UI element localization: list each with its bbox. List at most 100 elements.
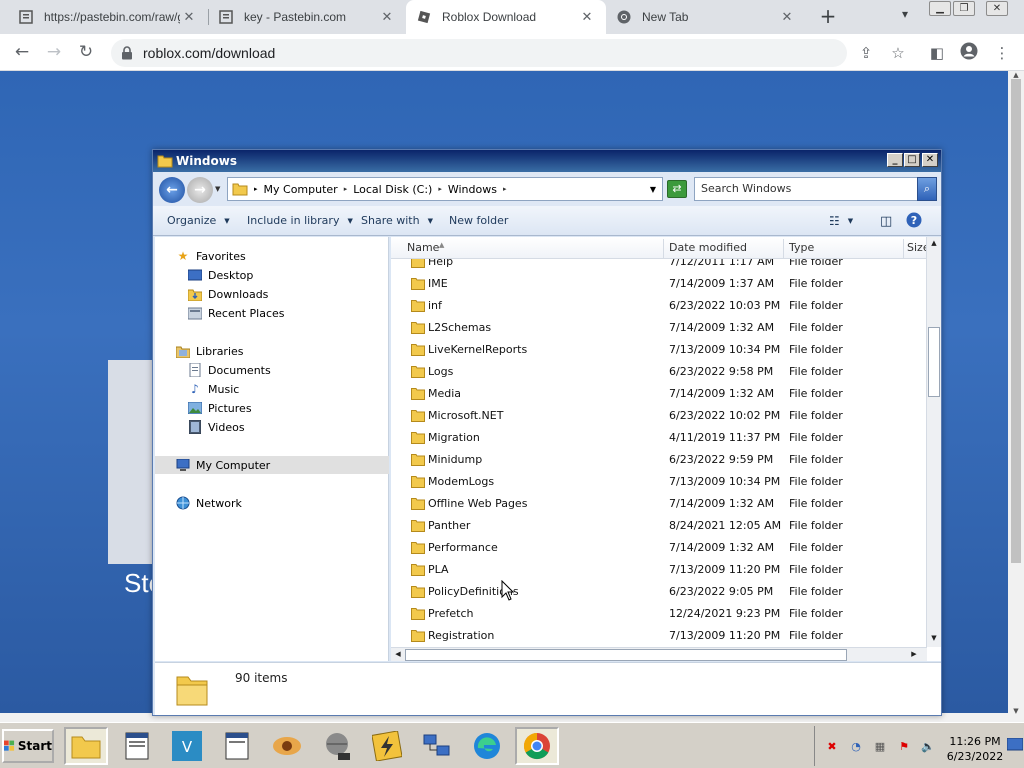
tab-close-icon[interactable]: ✕ <box>778 9 796 25</box>
scroll-up-arrow-icon[interactable]: ▲ <box>1008 71 1024 79</box>
breadcrumb-local-disk[interactable]: Local Disk (C:) ▸ <box>353 183 442 196</box>
recent-pages-chevron-icon[interactable]: ▼ <box>215 185 220 193</box>
taskbar-eye-app-icon[interactable] <box>265 727 309 765</box>
tab-pastebin-key[interactable]: key - Pastebin.com ✕ <box>208 0 406 34</box>
breadcrumb-chevron-icon[interactable]: ▸ <box>344 185 348 193</box>
tab-search-chevron-icon[interactable]: ▾ <box>896 7 914 27</box>
table-row[interactable]: Prefetch 12/24/2021 9:23 PM File folder <box>391 603 927 625</box>
explorer-address-bar[interactable]: ▸ My Computer ▸ Local Disk (C:) ▸ Windows ▸… <box>227 177 663 201</box>
scroll-thumb[interactable] <box>928 327 940 397</box>
breadcrumb-chevron-icon[interactable]: ▸ <box>438 185 442 193</box>
new-folder-button[interactable]: New folder <box>449 214 508 227</box>
nav-downloads[interactable]: Downloads <box>187 285 268 303</box>
nav-documents[interactable]: Documents <box>187 361 271 379</box>
address-bar[interactable]: roblox.com/download <box>111 39 847 67</box>
taskbar-chrome-icon[interactable] <box>515 727 559 765</box>
column-type-header[interactable]: Type <box>789 241 814 254</box>
new-tab-button[interactable]: + <box>816 5 840 29</box>
volume-icon[interactable]: 🔈 <box>921 740 935 754</box>
tab-new-tab[interactable]: New Tab ✕ <box>606 0 806 34</box>
breadcrumb-chevron-icon[interactable]: ▸ <box>254 185 258 193</box>
taskbar-edge-icon[interactable] <box>465 727 509 765</box>
profile-avatar-icon[interactable] <box>958 42 980 64</box>
column-divider[interactable] <box>783 239 784 259</box>
table-row[interactable]: inf 6/23/2022 10:03 PM File folder <box>391 295 927 317</box>
window-restore-button[interactable]: ❐ <box>953 1 975 16</box>
device-tray-icon[interactable]: ▦ <box>873 740 887 754</box>
column-divider[interactable] <box>663 239 664 259</box>
scroll-left-arrow-icon[interactable]: ◀ <box>391 648 405 661</box>
tray-clock[interactable]: 11:26 PM 6/23/2022 <box>945 734 1005 764</box>
table-row[interactable]: LiveKernelReports 7/13/2009 10:34 PM File … <box>391 339 927 361</box>
table-row[interactable]: Migration 4/11/2019 11:37 PM File folder <box>391 427 927 449</box>
page-vertical-scrollbar[interactable]: ▲ ▼ <box>1008 71 1024 722</box>
explorer-maximize-button[interactable]: □ <box>904 153 920 167</box>
help-icon[interactable]: ? <box>906 212 922 228</box>
table-row[interactable]: L2Schemas 7/14/2009 1:32 AM File folder <box>391 317 927 339</box>
scroll-up-arrow-icon[interactable]: ▲ <box>927 237 941 250</box>
nav-network[interactable]: Network <box>175 494 242 512</box>
breadcrumb-windows[interactable]: Windows ▸ <box>448 183 507 196</box>
table-row[interactable]: PLA 7/13/2009 11:20 PM File folder <box>391 559 927 581</box>
scroll-thumb[interactable] <box>1011 79 1021 563</box>
nav-libraries[interactable]: Libraries <box>175 342 244 360</box>
tab-close-icon[interactable]: ✕ <box>578 9 596 25</box>
menu-kebab-icon[interactable]: ⋮ <box>991 42 1013 64</box>
scroll-thumb[interactable] <box>405 649 847 661</box>
nav-videos[interactable]: Videos <box>187 418 245 436</box>
preview-pane-icon[interactable]: ◫ <box>880 214 892 229</box>
tab-close-icon[interactable]: ✕ <box>180 9 198 25</box>
table-row[interactable]: IME 7/14/2009 1:37 AM File folder <box>391 273 927 295</box>
share-icon[interactable]: ⇪ <box>855 42 877 64</box>
breadcrumb-my-computer[interactable]: My Computer ▸ <box>264 183 348 196</box>
include-in-library-menu[interactable]: Include in library ▼ <box>247 214 353 227</box>
search-icon[interactable]: ⌕ <box>917 177 937 201</box>
nav-desktop[interactable]: Desktop <box>187 266 253 284</box>
scroll-down-arrow-icon[interactable]: ▼ <box>927 632 941 645</box>
table-row[interactable]: Media 7/14/2009 1:32 AM File folder <box>391 383 927 405</box>
table-row[interactable]: Panther 8/24/2021 12:05 AM File folder <box>391 515 927 537</box>
taskbar-vscode-icon[interactable]: V <box>165 727 209 765</box>
edge-tray-icon[interactable]: ◔ <box>849 740 863 754</box>
taskbar-app-window-icon[interactable] <box>115 727 159 765</box>
share-with-menu[interactable]: Share with ▼ <box>361 214 433 227</box>
table-row[interactable]: ModemLogs 7/13/2009 10:34 PM File folder <box>391 471 927 493</box>
taskbar-lightning-app-icon[interactable] <box>365 727 409 765</box>
nav-my-computer[interactable]: My Computer <box>155 456 389 474</box>
view-options-icon[interactable]: ☷ ▼ <box>829 214 853 228</box>
show-desktop-icon[interactable] <box>1006 737 1024 752</box>
scroll-down-arrow-icon[interactable]: ▼ <box>1008 707 1024 717</box>
nav-pictures[interactable]: Pictures <box>187 399 252 417</box>
side-panel-icon[interactable]: ◧ <box>926 42 948 64</box>
table-row[interactable]: Performance 7/14/2009 1:32 AM File folder <box>391 537 927 559</box>
start-button[interactable]: Start <box>2 729 54 763</box>
taskbar-network-app-icon[interactable] <box>415 727 459 765</box>
taskbar-explorer-icon[interactable] <box>64 727 108 765</box>
column-name-header[interactable]: Name <box>407 241 439 254</box>
breadcrumb-chevron-icon[interactable]: ▸ <box>503 185 507 193</box>
column-divider[interactable] <box>903 239 904 259</box>
explorer-minimize-button[interactable]: _ <box>887 153 903 167</box>
taskbar-app-window-icon[interactable] <box>215 727 259 765</box>
tab-close-icon[interactable]: ✕ <box>378 9 396 25</box>
explorer-close-button[interactable]: ✕ <box>922 153 938 167</box>
tab-pastebin-raw[interactable]: https://pastebin.com/raw/g ✕ <box>8 0 208 34</box>
scroll-right-arrow-icon[interactable]: ▶ <box>907 648 921 661</box>
table-row[interactable]: Offline Web Pages 7/14/2009 1:32 AM File f… <box>391 493 927 515</box>
reload-icon[interactable]: ↻ <box>74 41 98 63</box>
forward-arrow-icon[interactable]: → <box>42 41 66 63</box>
nav-recent-places[interactable]: Recent Places <box>187 304 285 322</box>
security-alert-icon[interactable]: ✖ <box>825 740 839 754</box>
nav-music[interactable]: ♪ Music <box>187 380 239 398</box>
table-row[interactable]: PolicyDefinitions 6/23/2022 9:05 PM File f… <box>391 581 927 603</box>
table-row[interactable]: Minidump 6/23/2022 9:59 PM File folder <box>391 449 927 471</box>
explorer-forward-button[interactable]: → <box>187 177 213 203</box>
address-dropdown-icon[interactable]: ▼ <box>650 185 656 194</box>
nav-favorites[interactable]: ★ Favorites <box>175 247 246 265</box>
taskbar-earth-pro-icon[interactable] <box>315 727 359 765</box>
table-row[interactable]: Microsoft.NET 6/23/2022 10:02 PM File fold… <box>391 405 927 427</box>
file-list-horizontal-scrollbar[interactable]: ◀ ▶ <box>391 647 927 661</box>
back-arrow-icon[interactable]: ← <box>10 41 34 63</box>
window-minimize-button[interactable]: ▁ <box>929 1 951 16</box>
explorer-refresh-button[interactable]: ⇄ <box>667 180 687 198</box>
